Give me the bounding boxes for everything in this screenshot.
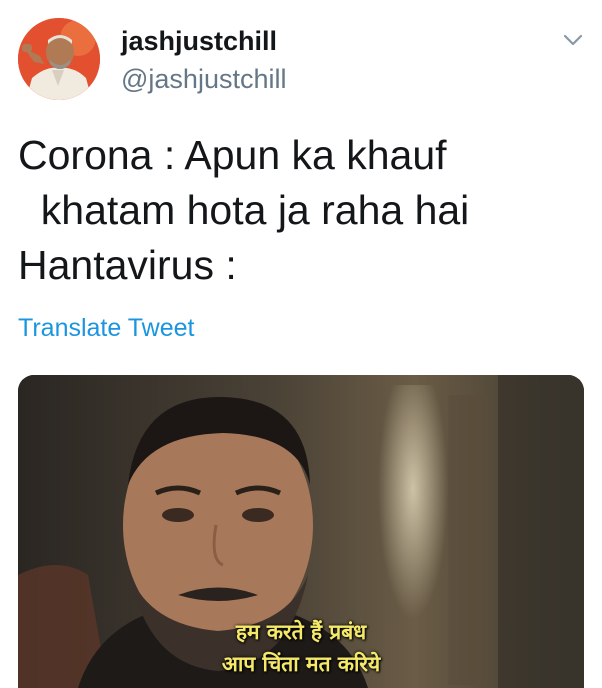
- tweet-line: Corona : Apun ka khauf: [18, 132, 447, 178]
- chevron-down-icon[interactable]: [562, 32, 584, 48]
- avatar[interactable]: [18, 18, 100, 100]
- user-names: jashjustchill @jashjustchill: [121, 24, 286, 96]
- user-handle[interactable]: @jashjustchill: [121, 62, 286, 96]
- avatar-image: [18, 18, 100, 100]
- tweet-text: Corona : Apun ka khauf khatam hota ja ra…: [18, 128, 584, 293]
- subtitle-line-2: आप चिंता मत करिये: [221, 652, 381, 676]
- tweet-line: Hantavirus :: [18, 242, 237, 288]
- tweet-header: jashjustchill @jashjustchill: [18, 18, 588, 102]
- subtitle-line-1: हम करते हैं प्रबंध: [235, 620, 367, 644]
- tweet-media-image[interactable]: हम करते हैं प्रबंध आप चिंता मत करिये: [18, 375, 584, 688]
- translate-tweet-link[interactable]: Translate Tweet: [18, 313, 194, 343]
- display-name[interactable]: jashjustchill: [121, 24, 286, 58]
- tweet-line: khatam hota ja raha hai: [18, 187, 470, 233]
